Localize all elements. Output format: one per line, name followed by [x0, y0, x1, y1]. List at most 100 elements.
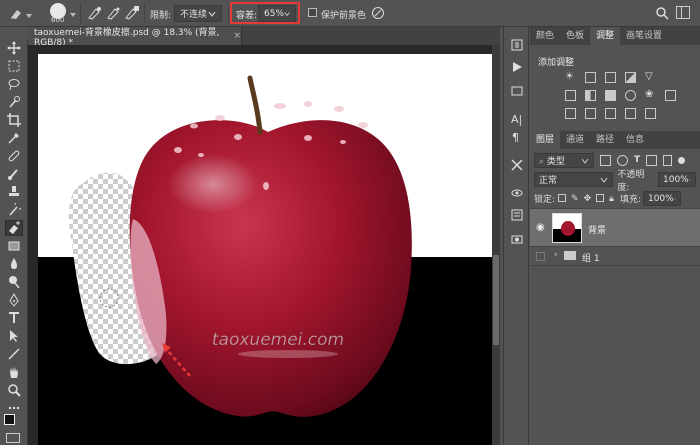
chevron-down-icon[interactable]: [70, 11, 76, 21]
threshold-icon[interactable]: [605, 108, 616, 119]
exposure-icon[interactable]: [625, 72, 636, 83]
eraser-tool-preset-icon[interactable]: [8, 6, 24, 22]
visibility-eye-icon[interactable]: ◉: [536, 222, 545, 233]
photo-filter-icon[interactable]: [625, 90, 636, 101]
sampling-once-icon[interactable]: [106, 5, 122, 21]
move-tool-icon[interactable]: [5, 40, 23, 56]
type-tool-icon[interactable]: [5, 310, 23, 326]
healing-brush-tool-icon[interactable]: [5, 148, 23, 164]
filter-toggle[interactable]: [678, 157, 686, 164]
posterize-icon[interactable]: [585, 108, 596, 119]
paragraph-styles-icon[interactable]: [511, 85, 523, 100]
close-icon[interactable]: ×: [233, 31, 241, 41]
libraries-icon[interactable]: [511, 233, 523, 248]
hue-saturation-icon[interactable]: [565, 90, 576, 101]
filter-shape-icon[interactable]: [646, 155, 658, 166]
tab-color[interactable]: 颜色: [530, 27, 560, 45]
sampling-continuous-icon[interactable]: [87, 5, 103, 21]
tab-layers[interactable]: 图层: [530, 131, 561, 149]
tools-presets-icon[interactable]: [511, 159, 523, 174]
lock-artboard-icon[interactable]: [596, 193, 605, 202]
tab-channels[interactable]: 通道: [560, 131, 590, 149]
sampling-background-swatch-icon[interactable]: [124, 5, 140, 21]
character-panel-icon[interactable]: A|: [511, 113, 522, 126]
watermark-text: taoxuemei.com: [212, 330, 344, 350]
chevron-right-icon[interactable]: ›: [554, 250, 558, 260]
quick-selection-tool-icon[interactable]: [5, 94, 23, 110]
background-eraser-tool-icon[interactable]: [5, 220, 23, 236]
layer-row-background[interactable]: ◉ 背景: [530, 208, 700, 246]
lock-position-icon[interactable]: ✥: [584, 194, 592, 204]
color-lookup-icon[interactable]: [665, 90, 676, 101]
actions-play-icon[interactable]: [511, 61, 523, 76]
eyedropper-tool-icon[interactable]: [5, 130, 23, 146]
filter-type-icon[interactable]: T: [634, 155, 640, 166]
3d-icon[interactable]: [511, 187, 523, 202]
tab-swatches[interactable]: 色板: [560, 27, 590, 45]
opacity-field[interactable]: 100%: [658, 172, 696, 187]
curves-icon[interactable]: [605, 72, 616, 83]
tolerance-field[interactable]: 65%: [258, 5, 296, 22]
pen-tool-icon[interactable]: [5, 292, 23, 308]
history-icon[interactable]: [511, 39, 523, 54]
foreground-color-swatch[interactable]: [4, 414, 15, 425]
gradient-tool-icon[interactable]: [5, 238, 23, 254]
zoom-tool-icon[interactable]: [5, 382, 23, 398]
document-tab[interactable]: taoxuemei-背景橡皮擦.psd @ 18.3% (背景, RGB/8) …: [28, 27, 242, 48]
dodge-tool-icon[interactable]: [5, 274, 23, 290]
visibility-toggle-empty[interactable]: [536, 252, 545, 261]
tab-paths[interactable]: 路径: [590, 131, 620, 149]
lock-pixels-icon[interactable]: ✎: [571, 194, 579, 204]
limit-dropdown[interactable]: 不连续: [174, 5, 222, 22]
quick-mask-icon[interactable]: [6, 433, 20, 443]
filter-pixel-icon[interactable]: [600, 155, 611, 166]
brightness-contrast-icon[interactable]: ☀: [565, 72, 576, 83]
crop-tool-icon[interactable]: [5, 112, 23, 128]
channel-mixer-icon[interactable]: ❀: [645, 90, 656, 101]
selective-color-icon[interactable]: [625, 108, 636, 119]
workspace-icon[interactable]: [676, 6, 690, 19]
history-brush-tool-icon[interactable]: [5, 202, 23, 218]
adjustment-icons-row-1: ☀ ▽: [565, 72, 656, 83]
fill-value: 100%: [647, 193, 674, 204]
filter-adjustment-icon[interactable]: [617, 155, 628, 166]
pressure-size-icon[interactable]: [370, 5, 386, 21]
layer-row-group[interactable]: › 组 1: [530, 246, 700, 266]
fill-label: 填充:: [619, 195, 641, 205]
tab-adjustments[interactable]: 调整: [590, 27, 621, 45]
protect-foreground-checkbox[interactable]: [308, 8, 317, 17]
hand-tool-icon[interactable]: [5, 364, 23, 380]
invert-icon[interactable]: [565, 108, 576, 119]
vertical-scrollbar[interactable]: [492, 45, 500, 445]
brush-tool-icon[interactable]: [5, 166, 23, 182]
gradient-map-icon[interactable]: [645, 108, 656, 119]
paragraph-panel-icon[interactable]: ¶: [512, 131, 519, 144]
blend-mode-dropdown[interactable]: 正常: [534, 172, 614, 187]
lock-transparent-icon[interactable]: [558, 193, 567, 202]
layer-filter-dropdown[interactable]: ⌕ 类型: [534, 153, 594, 168]
chevron-down-icon[interactable]: [26, 12, 32, 18]
tools-panel: [0, 40, 28, 445]
lock-label: 锁定:: [534, 195, 556, 205]
lasso-tool-icon[interactable]: [5, 76, 23, 92]
scrollbar-thumb[interactable]: [493, 255, 499, 345]
fill-field[interactable]: 100%: [642, 191, 681, 206]
filter-smart-object-icon[interactable]: [663, 155, 673, 166]
tab-info[interactable]: 信息: [620, 131, 650, 149]
lock-all-icon[interactable]: 🔒︎: [609, 194, 614, 204]
search-icon[interactable]: [654, 5, 670, 21]
properties-icon[interactable]: [511, 209, 523, 224]
color-balance-icon[interactable]: [585, 90, 596, 101]
vibrance-icon[interactable]: ▽: [645, 72, 656, 83]
black-white-icon[interactable]: [605, 90, 616, 101]
clone-stamp-tool-icon[interactable]: [5, 184, 23, 200]
levels-icon[interactable]: [585, 72, 596, 83]
path-selection-tool-icon[interactable]: [5, 328, 23, 344]
marquee-tool-icon[interactable]: [5, 58, 23, 74]
brush-size-label: 600: [51, 16, 65, 24]
document-canvas[interactable]: taoxuemei.com: [38, 54, 494, 445]
tab-brush-settings[interactable]: 画笔设置: [620, 27, 668, 45]
canvas-area[interactable]: taoxuemei.com: [28, 45, 500, 445]
line-tool-icon[interactable]: [5, 346, 23, 362]
blur-tool-icon[interactable]: [5, 256, 23, 272]
